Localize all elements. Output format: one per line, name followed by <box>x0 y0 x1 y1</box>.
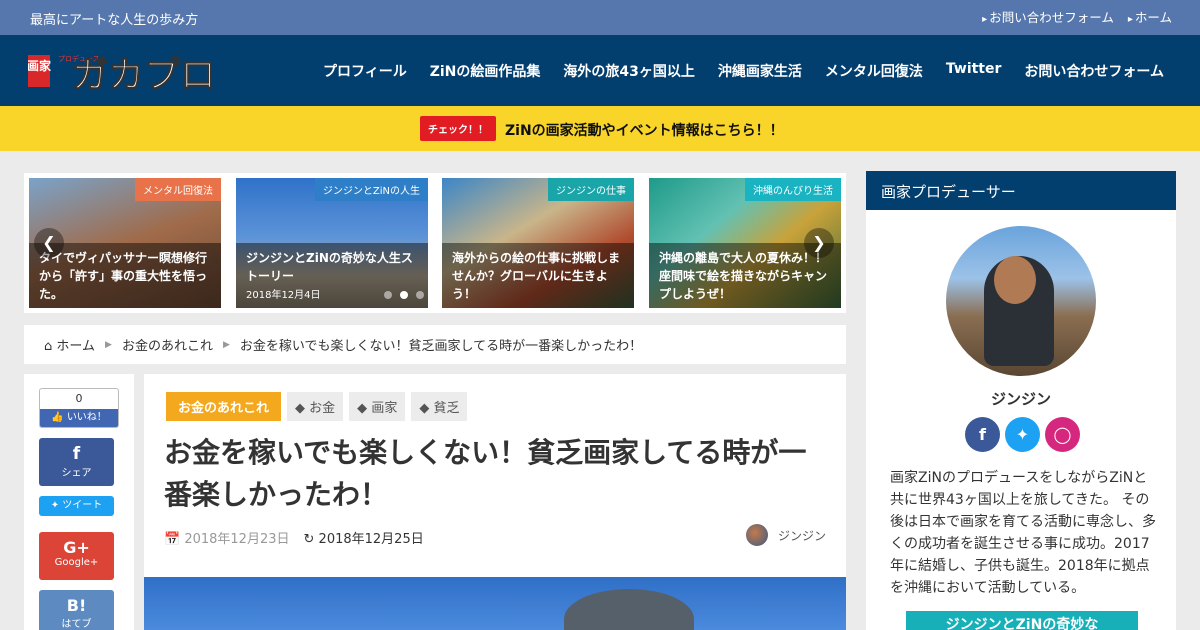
nav-okinawa[interactable]: 沖縄画家生活 <box>718 61 802 81</box>
carousel-dot-active[interactable] <box>400 291 408 299</box>
article-hero-image <box>144 577 846 630</box>
logo-text: ガカプロ <box>72 55 216 93</box>
site-header: 画家 プロデュース ガカプロ プロフィール ZiNの絵画作品集 海外の旅43ヶ国… <box>0 35 1200 106</box>
slide-title: タイでヴィパッサナー瞑想修行から「許す」事の重大性を悟った。 <box>39 251 208 301</box>
tag-item[interactable]: ◆ お金 <box>287 392 344 421</box>
contact-link[interactable]: ▸ お問い合わせフォーム <box>982 7 1114 26</box>
facebook-share-button[interactable]: f シェア <box>39 438 114 486</box>
slide-category: メンタル回復法 <box>135 178 221 201</box>
article-dates: 📅 2018年12月23日 ↻ 2018年12月25日 <box>164 528 424 547</box>
thumbs-up-icon: 👍 <box>51 412 64 423</box>
instagram-icon[interactable]: ◯ <box>1045 417 1080 452</box>
carousel-slide[interactable]: ジンジンの仕事 海外からの絵の仕事に挑戦しませんか？グローバルに生きよう！ <box>442 178 634 308</box>
tag-icon: ◆ <box>295 401 306 416</box>
profile-name: ジンジン <box>990 390 1051 408</box>
slide-category: 沖縄のんびり生活 <box>745 178 841 201</box>
profile-socials: f ✦ ◯ <box>965 417 1080 452</box>
slide-title: 海外からの絵の仕事に挑戦しませんか？グローバルに生きよう！ <box>452 251 621 301</box>
nav-contact[interactable]: お問い合わせフォーム <box>1024 61 1164 81</box>
google-plus-button[interactable]: G+ Google+ <box>39 532 114 580</box>
chevron-right-icon: ▶ <box>105 339 112 350</box>
article-author[interactable]: ジンジン <box>745 524 826 546</box>
carousel-dot[interactable] <box>384 291 392 299</box>
facebook-icon: f <box>72 444 81 464</box>
tweet-button[interactable]: ✦ ツイート <box>39 496 114 516</box>
slide-caption: 海外からの絵の仕事に挑戦しませんか？グローバルに生きよう！ <box>442 243 634 308</box>
like-count: 0 <box>75 392 83 405</box>
nav-travel[interactable]: 海外の旅43ヶ国以上 <box>563 61 694 81</box>
hero-rock-shape <box>564 589 694 630</box>
hatena-icon: B! <box>66 596 87 615</box>
top-links: ▸ お問い合わせフォーム ▸ ホーム <box>982 7 1172 26</box>
slide-title: ジンジンとZiNの奇妙な人生ストーリー <box>246 251 413 283</box>
site-logo[interactable]: 画家 プロデュース ガカプロ <box>28 49 240 93</box>
like-button[interactable]: 👍 いいね！ <box>40 409 118 427</box>
chevron-right-icon: ▸ <box>1127 14 1133 25</box>
tag-item[interactable]: ◆ 画家 <box>349 392 406 421</box>
nav-twitter[interactable]: Twitter <box>946 61 1002 81</box>
twitter-icon: ✦ <box>50 500 60 511</box>
slide-category: ジンジンの仕事 <box>548 178 634 201</box>
author-name: ジンジン <box>777 528 826 543</box>
share-column: 0 👍 いいね！ f シェア ✦ ツイート G+ Google+ B! はてブ <box>24 374 134 630</box>
profile-avatar <box>946 226 1096 376</box>
calendar-icon: 📅 <box>164 532 181 547</box>
chevron-right-icon: ▸ <box>982 14 988 25</box>
carousel-slide[interactable]: ジンジンとZiNの人生 ジンジンとZiNの奇妙な人生ストーリー 2018年12月4… <box>236 178 428 308</box>
notice-badge: チェック！！ <box>420 116 496 141</box>
nav-mental[interactable]: メンタル回復法 <box>825 61 923 81</box>
notice-bar[interactable]: チェック！！ ZiNの画家活動やイベント情報はこちら！！ <box>0 106 1200 151</box>
sidebar-profile: 画家プロデューサー ジンジン f ✦ ◯ 画家ZiNのプロデュースをしながらZi… <box>866 171 1176 630</box>
article: お金のあれこれ ◆ お金 ◆ 画家 ◆ 貧乏 お金を稼いでも楽しくない！貧乏画家… <box>144 374 846 630</box>
featured-carousel: メンタル回復法 タイでヴィパッサナー瞑想修行から「許す」事の重大性を悟った。 ジ… <box>24 173 846 313</box>
hatena-button[interactable]: B! はてブ <box>39 590 114 630</box>
nav-artworks[interactable]: ZiNの絵画作品集 <box>430 61 541 81</box>
breadcrumb-category[interactable]: お金のあれこれ <box>122 335 213 354</box>
home-icon: ⌂ <box>44 339 53 354</box>
facebook-like-box[interactable]: 0 👍 いいね！ <box>39 388 119 428</box>
carousel-next-icon[interactable]: ❯ <box>804 228 834 258</box>
main-nav: プロフィール ZiNの絵画作品集 海外の旅43ヶ国以上 沖縄画家生活 メンタル回… <box>323 61 1164 81</box>
carousel-dots <box>384 291 424 299</box>
tag-item[interactable]: ◆ 貧乏 <box>411 392 468 421</box>
author-avatar <box>745 524 768 546</box>
profile-bio: 画家ZiNのプロデュースをしながらZiNと共に世界43ヶ国以上を旅してきた。 そ… <box>890 470 1156 596</box>
facebook-icon[interactable]: f <box>965 417 1000 452</box>
twitter-icon[interactable]: ✦ <box>1005 417 1040 452</box>
category-badge[interactable]: お金のあれこれ <box>166 392 282 421</box>
article-tags: お金のあれこれ ◆ お金 ◆ 画家 ◆ 貧乏 <box>166 392 468 421</box>
published-date: 📅 2018年12月23日 <box>164 532 290 547</box>
article-title: お金を稼いでも楽しくない！貧乏画家してる時が一番楽しかったわ！ <box>164 436 807 511</box>
tag-icon: ◆ <box>357 401 368 416</box>
refresh-icon: ↻ <box>303 532 315 547</box>
carousel-dot[interactable] <box>416 291 424 299</box>
logo-kanji: 画家 <box>28 58 52 73</box>
slide-title: 沖縄の離島で大人の夏休み！！座間味で絵を描きながらキャンプしようぜ！ <box>659 251 828 301</box>
updated-date: ↻ 2018年12月25日 <box>303 532 424 547</box>
carousel-prev-icon[interactable]: ❮ <box>34 228 64 258</box>
avatar-face-shape <box>994 256 1036 304</box>
sidebar-heading: 画家プロデューサー <box>866 171 1176 210</box>
notice-text[interactable]: ZiNの画家活動やイベント情報はこちら！！ <box>505 120 784 140</box>
top-bar: 最高にアートな人生の歩み方 ▸ お問い合わせフォーム ▸ ホーム <box>0 0 1200 35</box>
chevron-right-icon: ▶ <box>222 339 230 350</box>
slide-category: ジンジンとZiNの人生 <box>314 178 428 201</box>
google-plus-icon: G+ <box>63 538 90 557</box>
site-tagline: 最高にアートな人生の歩み方 <box>30 13 199 28</box>
breadcrumb-home[interactable]: ⌂ ホーム <box>44 335 95 354</box>
breadcrumb-current: お金を稼いでも楽しくない！貧乏画家してる時が一番楽しかったわ！ <box>239 339 643 354</box>
nav-profile[interactable]: プロフィール <box>323 61 407 81</box>
home-link[interactable]: ▸ ホーム <box>1128 7 1172 26</box>
breadcrumb: ⌂ ホーム ▶ お金のあれこれ ▶ お金を稼いでも楽しくない！貧乏画家してる時が… <box>24 325 846 364</box>
tag-icon: ◆ <box>419 401 430 416</box>
profile-story-button[interactable]: ジンジンとZiNの奇妙な <box>906 611 1138 630</box>
